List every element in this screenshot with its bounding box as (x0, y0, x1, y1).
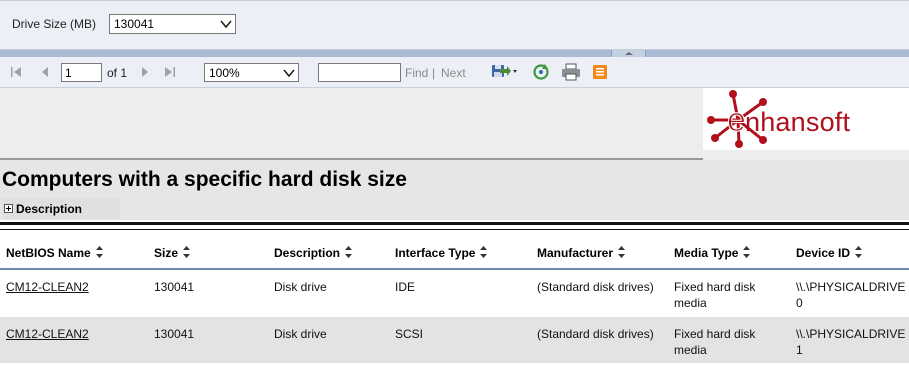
netbios-name-link[interactable]: CM12-CLEAN2 (6, 279, 89, 295)
parameter-splitter[interactable] (0, 50, 909, 57)
page-number-input[interactable]: 1 (61, 63, 102, 82)
export-button[interactable] (490, 63, 518, 84)
column-header-label: Description (274, 246, 341, 260)
report-toolbar: 1 of 1 100% Find | Next (0, 57, 909, 88)
interface-type-cell: SCSI (395, 327, 424, 341)
sort-icon[interactable] (345, 246, 353, 258)
table-row: CM12-CLEAN2 130041 Disk drive IDE (Stand… (0, 270, 909, 316)
previous-page-icon (42, 67, 48, 77)
previous-page-button[interactable] (40, 65, 50, 79)
svg-text:e: e (727, 101, 746, 139)
column-header-label: Device ID (796, 246, 851, 260)
size-cell: 130041 (154, 327, 195, 341)
device-id-cell: \\.\PHYSICALDRIVE0 (796, 280, 906, 310)
print-button[interactable] (561, 63, 581, 84)
media-type-cell: Fixed hard disk media (674, 280, 756, 310)
refresh-icon (533, 64, 549, 80)
manufacturer-cell: (Standard disk drives) (537, 327, 654, 341)
device-id-cell: \\.\PHYSICALDRIVE1 (796, 327, 906, 357)
column-header-size[interactable]: Size (154, 246, 191, 260)
print-icon (562, 63, 580, 81)
column-header-device-id[interactable]: Device ID (796, 246, 863, 260)
sort-icon[interactable] (743, 246, 751, 258)
description-toggle[interactable]: Description (2, 198, 120, 219)
next-page-button[interactable] (140, 65, 150, 79)
page-count-text: of 1 (107, 66, 128, 80)
column-header-label: Size (154, 246, 179, 260)
drive-size-select[interactable]: 130041 (109, 14, 236, 34)
column-header-media-type[interactable]: Media Type (674, 246, 751, 260)
column-header-label: NetBIOS Name (6, 246, 91, 260)
zoom-value: 100% (209, 66, 240, 80)
find-input[interactable] (318, 63, 401, 82)
netbios-name-link[interactable]: CM12-CLEAN2 (6, 326, 89, 342)
first-page-icon (11, 67, 21, 77)
column-header-interface-type[interactable]: Interface Type (395, 246, 488, 260)
media-type-cell: Fixed hard disk media (674, 327, 756, 357)
divider (0, 222, 909, 225)
last-page-button[interactable] (164, 65, 176, 79)
find-link[interactable]: Find (405, 66, 428, 80)
refresh-button[interactable] (532, 63, 550, 84)
size-cell: 130041 (154, 280, 195, 294)
find-next-link[interactable]: Next (441, 66, 466, 80)
zoom-select[interactable]: 100% (204, 63, 299, 82)
sort-icon[interactable] (95, 246, 103, 258)
first-page-button[interactable] (10, 65, 22, 79)
sort-icon[interactable] (183, 246, 191, 258)
interface-type-cell: IDE (395, 280, 416, 294)
expand-icon[interactable] (4, 204, 13, 213)
last-page-icon (165, 67, 175, 77)
next-page-icon (142, 67, 148, 77)
table-row: CM12-CLEAN2 130041 Disk drive SCSI (Stan… (0, 317, 909, 363)
data-feed-button[interactable] (592, 63, 608, 84)
report-body: e nhansoft Computers with a specific har… (0, 88, 909, 365)
chevron-down-icon (220, 20, 232, 29)
column-header-label: Interface Type (395, 246, 476, 260)
collapse-parameters-button[interactable] (611, 50, 646, 57)
column-header-netbios[interactable]: NetBIOS Name (6, 246, 103, 260)
description-cell: Disk drive (274, 327, 327, 341)
data-feed-icon (593, 65, 607, 79)
column-header-label: Manufacturer (537, 246, 614, 260)
report-title: Computers with a specific hard disk size (2, 168, 407, 191)
logo-text: nhansoft (745, 107, 851, 137)
sort-icon[interactable] (480, 246, 488, 258)
sort-icon[interactable] (855, 246, 863, 258)
sort-icon[interactable] (618, 246, 626, 258)
manufacturer-cell: (Standard disk drives) (537, 280, 654, 294)
description-label: Description (16, 202, 83, 216)
drive-size-value: 130041 (114, 17, 155, 31)
find-separator: | (432, 66, 436, 80)
export-icon (492, 65, 517, 77)
chevron-down-icon (283, 69, 295, 78)
column-header-manufacturer[interactable]: Manufacturer (537, 246, 626, 260)
description-cell: Disk drive (274, 280, 327, 294)
column-header-description[interactable]: Description (274, 246, 353, 260)
column-header-label: Media Type (674, 246, 739, 260)
divider (0, 229, 909, 230)
parameter-area: Drive Size (MB) 130041 (0, 0, 909, 50)
drive-size-label: Drive Size (MB) (12, 17, 97, 31)
